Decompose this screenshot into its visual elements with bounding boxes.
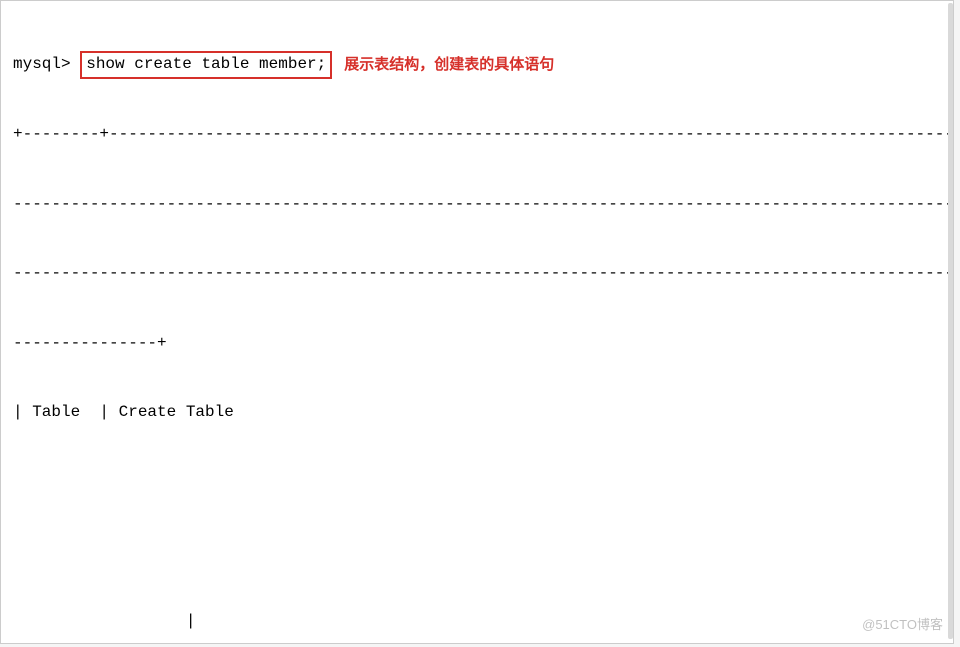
separator: ----------------------------------------… — [13, 193, 945, 216]
blank-line — [13, 540, 945, 563]
terminal-output: mysql> show create table member; 展示表结构，创建… — [0, 0, 954, 644]
blank-line — [13, 471, 945, 494]
mysql-prompt: mysql> — [13, 53, 71, 76]
pipe-line: | — [13, 610, 945, 633]
scrollbar-thumb[interactable] — [948, 3, 953, 639]
annotation-chinese: 展示表结构，创建表的具体语句 — [344, 54, 554, 76]
separator: ---------------+ — [13, 332, 945, 355]
sql-command-boxed: show create table member; — [80, 51, 332, 78]
prompt-line: mysql> show create table member; 展示表结构，创建… — [13, 53, 945, 76]
separator: ----------------------------------------… — [13, 262, 945, 285]
table-header: | Table | Create Table — [13, 401, 945, 424]
watermark-text: @51CTO博客 — [862, 616, 943, 635]
separator: +--------+------------------------------… — [13, 123, 945, 146]
